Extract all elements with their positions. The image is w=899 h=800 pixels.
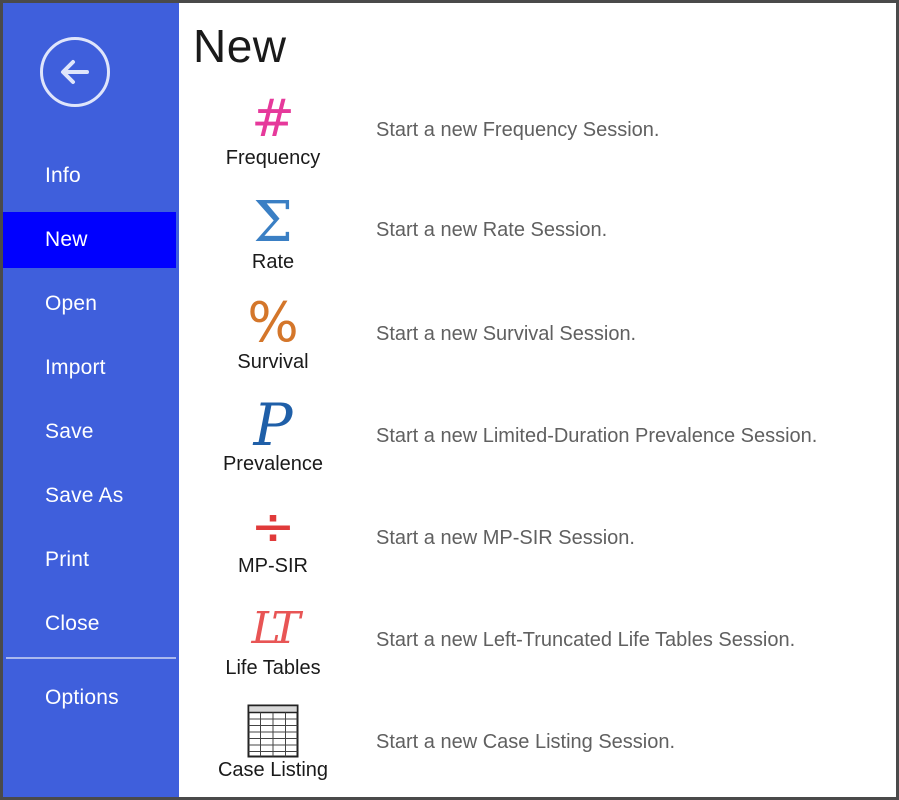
session-label: Frequency (225, 147, 321, 169)
session-case-listing[interactable]: Case Listing Start a new Case Listing Se… (193, 701, 883, 797)
nav-print-label: Print (45, 548, 90, 571)
nav-close[interactable]: Close (3, 596, 176, 652)
session-description: Start a new Case Listing Session. (376, 731, 676, 753)
session-prevalence[interactable]: P Prevalence Start a new Limited-Duratio… (193, 395, 883, 491)
session-description: Start a new Left-Truncated Life Tables S… (376, 629, 796, 651)
nav-close-label: Close (45, 612, 100, 635)
session-life-tables[interactable]: LT Life Tables Start a new Left-Truncate… (193, 599, 883, 695)
nav-open-label: Open (45, 292, 98, 315)
nav-options[interactable]: Options (3, 670, 176, 726)
hash-icon: # (251, 89, 295, 149)
nav-save-as-label: Save As (45, 484, 124, 507)
nav-import[interactable]: Import (3, 340, 176, 396)
session-label: Rate (251, 251, 295, 273)
nav-new-label: New (45, 228, 88, 251)
back-button[interactable] (40, 37, 110, 107)
session-label: Survival (237, 351, 309, 373)
nav-open[interactable]: Open (3, 276, 176, 332)
session-label: MP-SIR (238, 555, 308, 577)
percent-icon: % (247, 291, 299, 354)
page-title: New (193, 20, 287, 72)
nav-import-label: Import (45, 356, 106, 379)
sigma-icon: Σ (253, 190, 293, 255)
arrow-left-circle-icon (61, 60, 89, 84)
session-description: Start a new Survival Session. (376, 323, 637, 345)
nav-divider (6, 657, 176, 659)
session-description: Start a new Rate Session. (376, 219, 608, 241)
letter-p-icon: P (253, 391, 293, 459)
session-rate[interactable]: Σ Rate Start a new Rate Session. (193, 189, 883, 285)
session-description: Start a new Limited-Duration Prevalence … (376, 425, 818, 447)
session-mp-sir[interactable]: ÷ MP-SIR Start a new MP-SIR Session. (193, 497, 883, 593)
session-label: Case Listing (217, 759, 329, 781)
nav-new[interactable]: New (3, 212, 176, 268)
nav-save-as[interactable]: Save As (3, 468, 176, 524)
divide-icon: ÷ (250, 495, 296, 558)
session-frequency[interactable]: # Frequency Start a new Frequency Sessio… (193, 89, 883, 185)
session-label: Prevalence (222, 453, 324, 475)
lt-icon: LT (251, 603, 301, 654)
backstage-window: Info New Open Import Save Save As Print … (0, 0, 899, 800)
nav-options-label: Options (45, 686, 119, 709)
session-description: Start a new Frequency Session. (376, 119, 660, 141)
table-grid-icon (233, 701, 313, 761)
nav-info-label: Info (45, 164, 81, 187)
sidebar: Info New Open Import Save Save As Print … (3, 3, 179, 797)
nav-info[interactable]: Info (3, 148, 176, 204)
nav-save[interactable]: Save (3, 404, 176, 460)
nav-print[interactable]: Print (3, 532, 176, 588)
session-label: Life Tables (225, 657, 321, 679)
session-description: Start a new MP-SIR Session. (376, 527, 635, 549)
session-survival[interactable]: % Survival Start a new Survival Session. (193, 293, 883, 389)
nav-save-label: Save (45, 420, 94, 443)
